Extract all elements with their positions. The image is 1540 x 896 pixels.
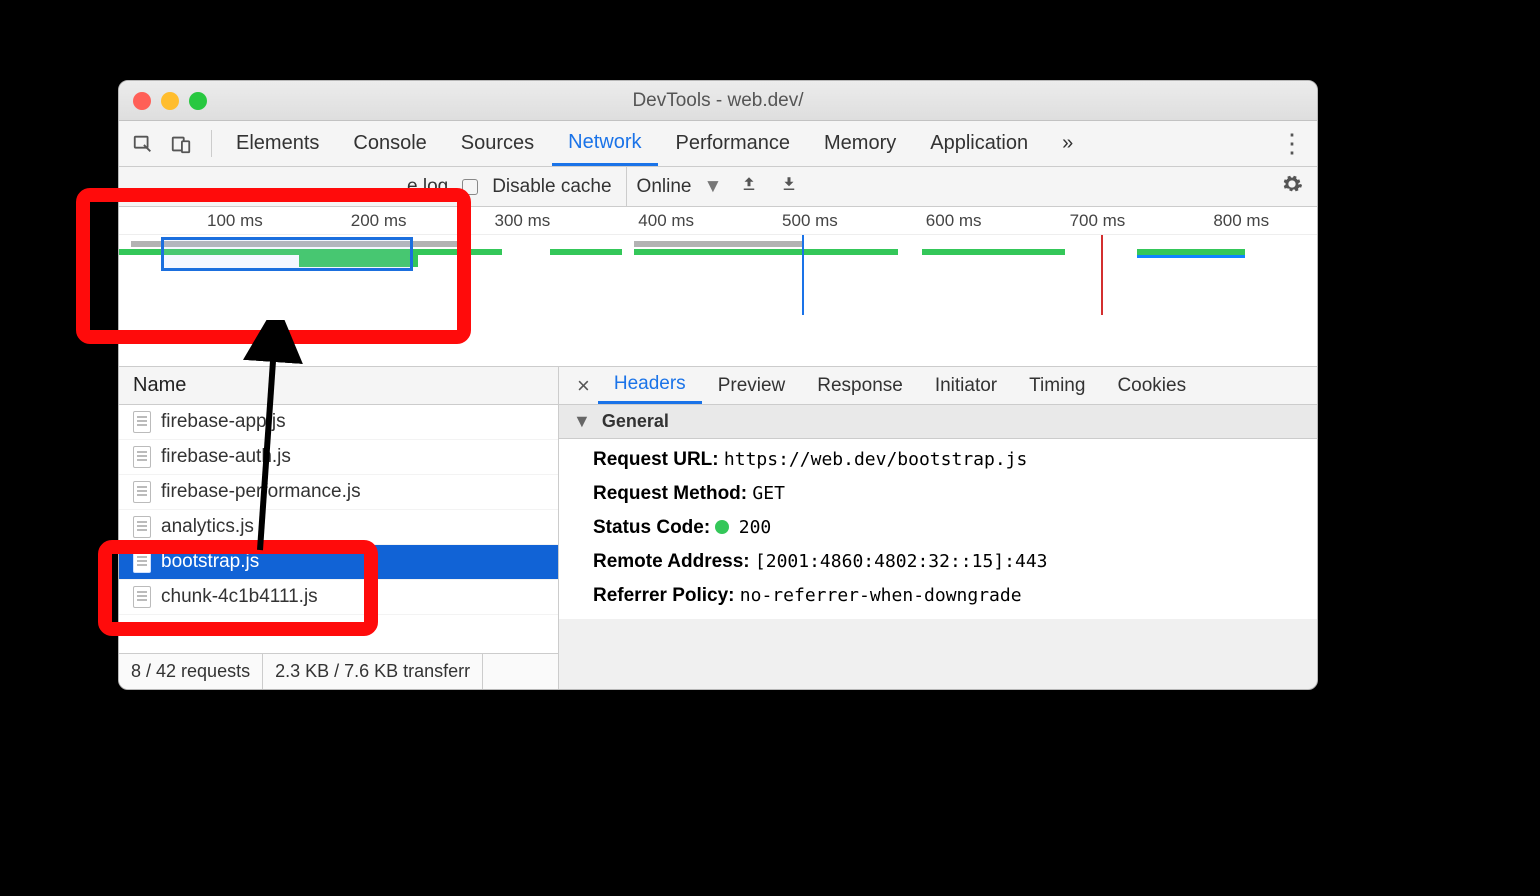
detail-tab-timing[interactable]: Timing xyxy=(1013,367,1101,404)
request-list-pane: Name firebase-app.js firebase-auth.js fi… xyxy=(119,367,559,689)
prop-request-url: Request URL: https://web.dev/bootstrap.j… xyxy=(593,449,1299,471)
device-toggle-icon[interactable] xyxy=(167,130,195,158)
request-row-selected[interactable]: bootstrap.js xyxy=(119,545,558,580)
throttle-select[interactable]: Online ▼ xyxy=(626,167,723,206)
tick: 500 ms xyxy=(782,211,838,231)
tick: 600 ms xyxy=(926,211,982,231)
detail-tab-preview[interactable]: Preview xyxy=(702,367,802,404)
throttle-value: Online xyxy=(637,176,692,198)
overview-selection[interactable] xyxy=(161,237,413,271)
prop-status-code: Status Code: 200 xyxy=(593,517,1299,539)
tab-sources[interactable]: Sources xyxy=(445,121,550,166)
tab-overflow[interactable]: » xyxy=(1046,121,1089,166)
disable-cache-checkbox[interactable] xyxy=(462,179,478,195)
tab-network[interactable]: Network xyxy=(552,121,657,166)
upload-har-icon[interactable] xyxy=(736,175,762,199)
tick: 700 ms xyxy=(1070,211,1126,231)
request-row[interactable]: firebase-auth.js xyxy=(119,440,558,475)
file-icon xyxy=(133,516,151,538)
tab-elements[interactable]: Elements xyxy=(220,121,335,166)
bar xyxy=(550,249,622,255)
status-dot-icon xyxy=(715,520,729,534)
request-row[interactable]: chunk-4c1b4111.js xyxy=(119,580,558,615)
tab-application[interactable]: Application xyxy=(914,121,1044,166)
request-name: chunk-4c1b4111.js xyxy=(161,586,318,608)
timeline-ruler: 100 ms 200 ms 300 ms 400 ms 500 ms 600 m… xyxy=(119,207,1317,235)
tab-memory[interactable]: Memory xyxy=(808,121,912,166)
detail-tab-response[interactable]: Response xyxy=(801,367,919,404)
disable-cache-label: Disable cache xyxy=(492,176,611,198)
detail-tab-initiator[interactable]: Initiator xyxy=(919,367,1013,404)
overview-bars xyxy=(119,235,1317,315)
disclosure-triangle-icon: ▼ xyxy=(573,411,591,432)
file-icon xyxy=(133,446,151,468)
tab-console[interactable]: Console xyxy=(337,121,442,166)
detail-tab-headers[interactable]: Headers xyxy=(598,367,702,404)
dom-content-line xyxy=(802,235,804,315)
network-toolbar: hidden e log Disable cache Online ▼ xyxy=(119,167,1317,207)
tick: 200 ms xyxy=(351,211,407,231)
bar xyxy=(922,249,1066,255)
window-title: DevTools - web.dev/ xyxy=(119,90,1317,112)
status-bar: 8 / 42 requests 2.3 KB / 7.6 KB transfer… xyxy=(119,653,558,689)
request-row[interactable]: firebase-performance.js xyxy=(119,475,558,510)
tick: 400 ms xyxy=(638,211,694,231)
detail-tabs: × Headers Preview Response Initiator Tim… xyxy=(559,367,1317,405)
tick: 300 ms xyxy=(495,211,551,231)
section-general[interactable]: ▼ General xyxy=(559,405,1317,439)
devtools-tabs: Elements Console Sources Network Perform… xyxy=(119,121,1317,167)
section-title: General xyxy=(602,411,669,431)
request-row[interactable]: analytics.js xyxy=(119,510,558,545)
titlebar: DevTools - web.dev/ xyxy=(119,81,1317,121)
file-icon xyxy=(133,551,151,573)
status-transfer: 2.3 KB / 7.6 KB transferr xyxy=(263,654,483,689)
detail-tab-cookies[interactable]: Cookies xyxy=(1101,367,1202,404)
tick: 800 ms xyxy=(1213,211,1269,231)
inspect-icon[interactable] xyxy=(129,130,157,158)
file-icon xyxy=(133,481,151,503)
bar xyxy=(634,241,802,247)
preserve-log-label: e log xyxy=(407,176,448,198)
gear-icon[interactable] xyxy=(1281,173,1303,201)
status-requests: 8 / 42 requests xyxy=(119,654,263,689)
bar xyxy=(634,249,898,255)
tick: 100 ms xyxy=(207,211,263,231)
tab-performance[interactable]: Performance xyxy=(660,121,807,166)
annotation-arrow xyxy=(190,320,310,566)
prop-referrer-policy: Referrer Policy: no-referrer-when-downgr… xyxy=(593,585,1299,607)
bar xyxy=(1137,255,1245,258)
file-icon xyxy=(133,411,151,433)
divider xyxy=(211,130,212,157)
prop-request-method: Request Method: GET xyxy=(593,483,1299,505)
close-detail-icon[interactable]: × xyxy=(569,373,598,399)
kebab-menu-icon[interactable]: ⋮ xyxy=(1277,128,1307,159)
prop-remote-address: Remote Address: [2001:4860:4802:32::15]:… xyxy=(593,551,1299,573)
download-har-icon[interactable] xyxy=(776,175,802,199)
name-column-header[interactable]: Name xyxy=(119,367,558,405)
request-list[interactable]: firebase-app.js firebase-auth.js firebas… xyxy=(119,405,558,653)
general-properties: Request URL: https://web.dev/bootstrap.j… xyxy=(559,439,1317,619)
chevron-down-icon: ▼ xyxy=(703,176,722,198)
file-icon xyxy=(133,586,151,608)
load-line xyxy=(1101,235,1103,315)
request-row[interactable]: firebase-app.js xyxy=(119,405,558,440)
detail-pane: × Headers Preview Response Initiator Tim… xyxy=(559,367,1317,689)
